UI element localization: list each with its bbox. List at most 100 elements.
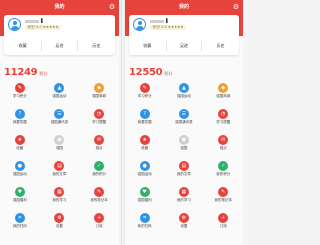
opinion-icon: ✉ [218, 135, 229, 145]
phone-screen-left: 我的 ⚙ ▌ 积分 5.0 ★★★★★ 收藏 足迹 历史 11249 积分 ✎ 学习… [0, 0, 119, 245]
stats-row: 收藏 足迹 历史 [4, 41, 115, 51]
stat-footprint[interactable]: 足迹 [40, 41, 78, 51]
stat-favorites[interactable]: 收藏 [4, 41, 41, 51]
screen-divider [121, 0, 122, 245]
grid-item[interactable]: ♥ 强国福利 [125, 187, 164, 209]
grid-item[interactable]: + 订阅 [204, 213, 243, 235]
grid-item-label: 我的积分 [216, 172, 231, 176]
history-icon: ✎ [139, 83, 150, 93]
grid-item[interactable]: ● 强国运动 [125, 161, 164, 183]
settings-icon: ⚙ [178, 213, 189, 223]
grid-item[interactable]: ▦ 我的学习 [164, 187, 203, 209]
sport-icon: ● [14, 161, 25, 171]
grid-item-label: 我的学习 [176, 198, 191, 202]
profile-card[interactable]: ▌ 积分 5.0 ★★★★★ 收藏 足迹 历史 [4, 15, 115, 55]
grid-item[interactable]: ★ 收藏 [0, 135, 40, 157]
grid-item[interactable]: ▣ 强国 [40, 135, 80, 157]
grid-item[interactable]: ✓ 我的积分 [79, 161, 119, 183]
run-icon: ▲ [54, 83, 65, 93]
shop-icon: ◆ [94, 83, 105, 93]
grid-item[interactable]: ♥ 强国福利 [0, 187, 40, 209]
study-icon: ▦ [54, 187, 65, 197]
avatar[interactable] [133, 18, 146, 31]
article-icon: ▤ [178, 161, 189, 171]
user-name: ▌ [150, 19, 169, 23]
shop-icon: ◆ [218, 83, 229, 93]
grid-item[interactable]: ◆ 强国商城 [79, 83, 119, 105]
grid-item[interactable]: ⚙ 设置 [164, 213, 203, 235]
grid-item[interactable]: ▤ 我的文章 [164, 161, 203, 183]
grid-item-label: 强国运动 [52, 94, 67, 98]
grid-item[interactable]: ✎ 学习积分 [125, 83, 164, 105]
image-icon: ▣ [178, 135, 189, 145]
grid-item-label: 强国福利 [12, 198, 27, 202]
sport-icon: ● [139, 161, 150, 171]
grid-item[interactable]: ● 强国运动 [0, 161, 40, 183]
avatar[interactable] [8, 18, 21, 31]
stat-history[interactable]: 历史 [202, 41, 239, 51]
grid-item[interactable]: ✎ 我的笔记本 [79, 187, 119, 209]
grid-item[interactable]: ▲ 强国运动 [40, 83, 80, 105]
run-icon: ▲ [178, 83, 189, 93]
grid-item[interactable]: ✎ 我的笔记本 [204, 187, 243, 209]
grid-item-label: 强国通讯录 [175, 120, 193, 124]
grid-item[interactable]: ▦ 我的学习 [40, 187, 80, 209]
grid-item[interactable]: ⌗ 我的扫码 [125, 213, 164, 235]
points-icon: ✓ [218, 161, 229, 171]
grid-item-label: 强国运动 [176, 94, 191, 98]
points-row[interactable]: 11249 积分 [4, 60, 47, 78]
points-row[interactable]: 12550 积分 [129, 60, 173, 78]
grid-item[interactable]: ★ 收藏 [125, 135, 164, 157]
grid-item[interactable]: ◔ 学习提醒 [79, 109, 119, 131]
grid-item[interactable]: ◔ 学习提醒 [204, 109, 243, 131]
grid-item[interactable]: ⌗ 我的扫码 [0, 213, 40, 235]
points-value: 11249 [4, 67, 38, 78]
grid-item[interactable]: ◆ 强国商城 [204, 83, 243, 105]
grid-item[interactable]: ✎ 学习积分 [0, 83, 40, 105]
grid-item-label: 我的扫码 [12, 224, 27, 228]
grid-item-label: 强国 [55, 146, 63, 150]
grid-item-label: 强国商城 [92, 94, 107, 98]
settings-icon[interactable]: ⚙ [232, 3, 240, 11]
grid-item-label: 观点 [95, 146, 103, 150]
notebook-icon: ✎ [218, 187, 229, 197]
stat-history[interactable]: 历史 [78, 41, 115, 51]
notebook-icon: ✎ [94, 187, 105, 197]
grid-item[interactable]: ? 我要答题 [125, 109, 164, 131]
grid-item[interactable]: ? 我要答题 [0, 109, 40, 131]
grid-item-label: 我要答题 [137, 120, 152, 124]
header-bar: 我的 ⚙ [125, 0, 243, 14]
stat-favorites[interactable]: 收藏 [129, 41, 166, 51]
stat-footprint[interactable]: 足迹 [165, 41, 203, 51]
grid-item-label: 我的文章 [176, 172, 191, 176]
grid-item-label: 强国 [180, 146, 188, 150]
points-unit: 积分 [164, 71, 173, 76]
grid-item[interactable]: ☰ 强国通讯录 [164, 109, 203, 131]
grid-item[interactable]: ▲ 强国运动 [164, 83, 203, 105]
grid-item-label: 强国商城 [216, 94, 231, 98]
grid-item[interactable]: ☰ 强国通讯录 [40, 109, 80, 131]
grid-item-label: 设置 [180, 224, 188, 228]
welfare-icon: ♥ [139, 187, 150, 197]
article-icon: ▤ [54, 161, 65, 171]
subscribe-icon: + [94, 213, 105, 223]
reminder-icon: ◔ [94, 109, 105, 119]
welfare-icon: ♥ [14, 187, 25, 197]
grid-item[interactable]: ⚙ 设置 [40, 213, 80, 235]
feature-grid: ✎ 学习积分 ▲ 强国运动 ◆ 强国商城? 我要答题 ☰ 强国通讯录 ◔ 学习提醒 ★ 收藏 ▣ 强国 ✉ 观点… [0, 83, 119, 243]
grid-item[interactable]: ✉ 观点 [79, 135, 119, 157]
grid-item[interactable]: ✉ 观点 [204, 135, 243, 157]
grid-item[interactable]: ▤ 我的文章 [40, 161, 80, 183]
grid-item[interactable]: ▣ 强国 [164, 135, 203, 157]
phone-screen-right: 我的 ⚙ ▌ 积分 5.0 ★★★★★ 收藏 足迹 历史 12550 积分 ✎ 学习… [124, 0, 243, 245]
grid-item-label: 学习提醒 [216, 120, 231, 124]
grid-item-label: 强国运动 [137, 172, 152, 176]
grid-item-label: 我的学习 [52, 198, 67, 202]
quiz-icon: ? [14, 109, 25, 119]
grid-item[interactable]: ✓ 我的积分 [204, 161, 243, 183]
settings-icon[interactable]: ⚙ [108, 3, 116, 11]
grid-item[interactable]: + 订阅 [79, 213, 119, 235]
grid-item-label: 学习积分 [12, 94, 27, 98]
contacts-icon: ☰ [178, 109, 189, 119]
profile-card[interactable]: ▌ 积分 5.0 ★★★★★ 收藏 足迹 历史 [129, 15, 239, 55]
